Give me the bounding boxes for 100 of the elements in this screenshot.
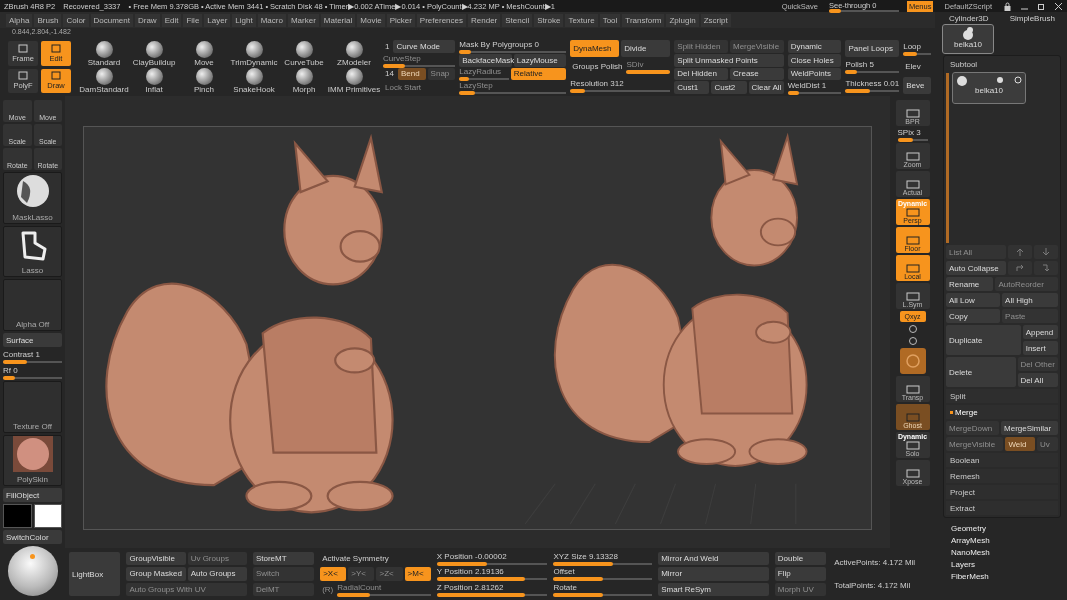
rotate-icon[interactable] xyxy=(907,324,918,334)
brush-button[interactable]: ZModeler xyxy=(329,40,379,67)
slider-track[interactable] xyxy=(626,71,671,74)
brush-button[interactable]: CurveTube xyxy=(279,40,329,67)
panel-button[interactable]: Del Hidden xyxy=(674,67,728,81)
tool-name[interactable]: Cylinder3D xyxy=(949,14,989,23)
panel-button[interactable]: Surface xyxy=(3,333,62,348)
slider-track[interactable] xyxy=(436,578,548,581)
slider-track[interactable] xyxy=(787,92,842,95)
slider-track[interactable] xyxy=(553,593,653,596)
restore-icon[interactable] xyxy=(1037,1,1046,11)
slider-track[interactable] xyxy=(845,71,900,74)
slider-track[interactable] xyxy=(383,64,456,67)
panel-button[interactable]: Split Unmasked Points xyxy=(674,53,784,67)
panel-button[interactable]: Delete xyxy=(946,357,1016,387)
panel-button[interactable]: All Low xyxy=(946,293,1001,307)
panel-button[interactable]: Clear All xyxy=(748,81,784,94)
menu-item[interactable]: Stencil xyxy=(502,13,533,27)
panel-button[interactable]: Crease xyxy=(730,67,784,81)
menu-item[interactable]: NanoMesh xyxy=(951,548,1053,557)
panel-button[interactable]: Group Masked xyxy=(126,567,186,581)
menu-item[interactable]: Edit xyxy=(161,13,182,27)
panel-button[interactable]: Insert xyxy=(1022,341,1058,355)
panel-button[interactable]: All High xyxy=(1002,293,1058,307)
rotate-icon[interactable] xyxy=(907,336,918,346)
picker-thumbnail[interactable]: PolySkin xyxy=(3,434,62,487)
color-swatch[interactable] xyxy=(3,504,32,529)
panel-button[interactable]: WeldPoints xyxy=(787,67,842,81)
panel-button[interactable]: LightBox xyxy=(69,552,121,596)
brush-button[interactable]: DamStandard xyxy=(79,67,129,94)
slider-track[interactable] xyxy=(3,360,62,363)
color-picker[interactable] xyxy=(7,546,58,596)
panel-button[interactable]: Dynamic xyxy=(787,40,842,53)
section-header[interactable]: Remesh xyxy=(946,469,1058,483)
slider-track[interactable] xyxy=(553,563,653,566)
brush-button[interactable]: ClayBuildup xyxy=(129,40,179,67)
menu-item[interactable]: Brush xyxy=(34,13,62,27)
slider-track[interactable] xyxy=(3,376,62,379)
menu-item[interactable]: Layer xyxy=(204,13,231,27)
picker-thumbnail[interactable]: Lasso xyxy=(3,225,62,278)
panel-button[interactable]: Panel Loops xyxy=(845,40,900,58)
menu-item[interactable]: Light xyxy=(232,13,256,27)
subtool-item[interactable]: belka10 xyxy=(953,73,1025,103)
close-icon[interactable] xyxy=(1054,1,1063,11)
panel-button[interactable]: Copy xyxy=(946,309,1001,323)
panel-button[interactable]: Close Holes xyxy=(787,53,842,67)
menu-item[interactable]: Movie xyxy=(357,13,385,27)
slider-track[interactable] xyxy=(903,53,931,56)
brush-button[interactable]: IMM Primitives xyxy=(329,67,379,94)
brush-button[interactable]: Morph xyxy=(279,67,329,94)
tool-thumbnail[interactable]: belka10 xyxy=(943,25,993,53)
menu-item[interactable]: Geometry xyxy=(951,524,1053,533)
menu-item[interactable]: FiberMesh xyxy=(951,572,1053,581)
panel-button[interactable]: DynaMesh xyxy=(570,40,620,58)
panel-button[interactable]: BackfaceMask xyxy=(459,53,512,67)
slider-track[interactable] xyxy=(337,593,431,596)
panel-button[interactable]: Double xyxy=(774,552,827,566)
brush-button[interactable]: TrimDynamic xyxy=(229,40,279,67)
brush-button[interactable]: Move xyxy=(179,40,229,67)
panel-button[interactable]: FillObject xyxy=(3,488,62,503)
menu-item[interactable]: Marker xyxy=(287,13,319,27)
panel-button[interactable]: Mirror xyxy=(658,567,769,581)
slider-track[interactable] xyxy=(436,593,548,596)
menu-item[interactable]: Render xyxy=(468,13,501,27)
menu-item[interactable]: Alpha xyxy=(6,13,33,27)
picker-thumbnail[interactable]: MaskLasso xyxy=(3,172,62,224)
panel-button[interactable]: >M< xyxy=(404,567,431,581)
menu-item[interactable]: Preferences xyxy=(416,13,466,27)
slider-track[interactable] xyxy=(570,89,671,92)
panel-button[interactable]: Smart ReSym xyxy=(658,582,769,596)
menu-item[interactable]: Stroke xyxy=(534,13,564,27)
brush-button[interactable]: Standard xyxy=(79,40,129,67)
slider-track[interactable] xyxy=(553,578,653,581)
slider-track[interactable] xyxy=(436,563,548,566)
section-header[interactable]: Project xyxy=(946,485,1058,499)
panel-button[interactable]: Auto Groups xyxy=(187,567,247,581)
brush-button[interactable]: Pinch xyxy=(179,67,229,94)
menu-item[interactable]: Color xyxy=(63,13,89,27)
panel-button[interactable]: Append xyxy=(1022,325,1058,339)
menu-item[interactable]: ArrayMesh xyxy=(951,536,1053,545)
menu-item[interactable]: Transform xyxy=(622,13,665,27)
panel-button[interactable]: GroupVisible xyxy=(126,552,186,566)
panel-button[interactable]: Divide xyxy=(621,40,671,58)
menu-item[interactable]: Zscript xyxy=(700,13,731,27)
panel-button[interactable]: SwitchColor xyxy=(3,530,62,545)
panel-button[interactable]: Del All xyxy=(1017,373,1058,387)
picker-thumbnail[interactable]: Texture Off xyxy=(3,381,62,433)
panel-button[interactable]: Mirror And Weld xyxy=(658,552,769,566)
slider-track[interactable] xyxy=(459,78,509,81)
section-header[interactable]: Split xyxy=(946,389,1058,403)
lock-icon[interactable] xyxy=(1003,1,1012,11)
menu-item[interactable]: File xyxy=(183,13,203,27)
panel-button[interactable]: Beve xyxy=(903,76,931,94)
menu-item[interactable]: Material xyxy=(320,13,356,27)
slider-track[interactable] xyxy=(845,89,900,92)
tool-name[interactable]: SimpleBrush xyxy=(1009,14,1055,23)
menu-item[interactable]: Document xyxy=(90,13,133,27)
panel-button[interactable]: Cust1 xyxy=(674,81,710,94)
section-header[interactable]: Boolean xyxy=(946,453,1058,467)
menu-item[interactable]: Tool xyxy=(599,13,621,27)
